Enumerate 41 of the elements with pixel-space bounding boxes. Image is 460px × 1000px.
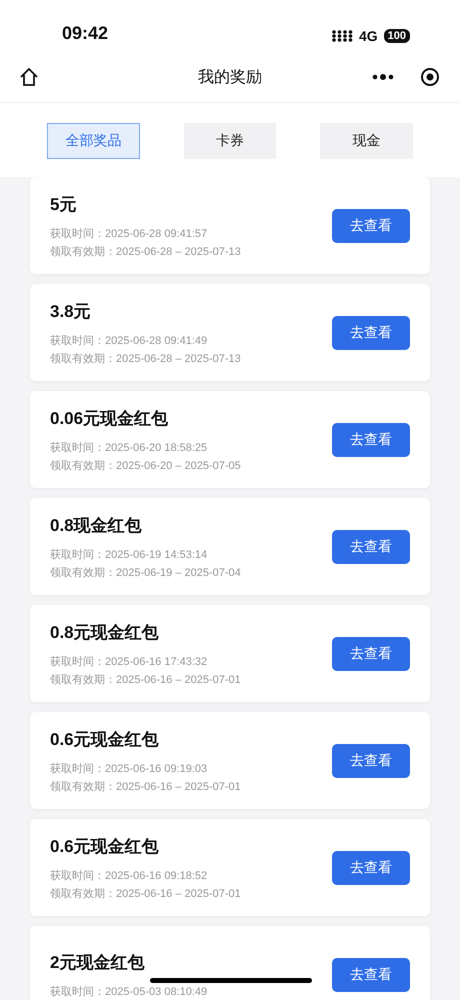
validity-period: 领取有效期：2025-06-16 – 2025-07-01 xyxy=(50,672,242,686)
validity-period: 领取有效期：2025-06-19 – 2025-07-04 xyxy=(50,566,242,580)
obtained-time: 获取时间：2025-06-16 09:18:52 xyxy=(50,868,208,882)
network-label: 4G xyxy=(358,28,378,44)
view-button[interactable]: 去查看 xyxy=(332,744,410,778)
reward-title: 0.6元现金红包 xyxy=(50,836,160,858)
battery-level: 100 xyxy=(384,29,410,43)
obtained-time: 获取时间：2025-06-28 09:41:57 xyxy=(50,226,208,240)
reward-title: 0.8元现金红包 xyxy=(50,622,160,644)
reward-title: 0.06元现金红包 xyxy=(50,408,170,430)
validity-period: 领取有效期：2025-06-20 – 2025-07-05 xyxy=(50,458,242,472)
view-button[interactable]: 去查看 xyxy=(332,316,410,350)
filter-tab[interactable]: 卡券 xyxy=(184,123,276,159)
view-button[interactable]: 去查看 xyxy=(332,422,410,456)
obtained-time: 获取时间：2025-06-28 09:41:49 xyxy=(50,334,208,348)
filter-tab[interactable]: 全部奖品 xyxy=(47,123,140,159)
view-button[interactable]: 去查看 xyxy=(332,958,410,992)
reward-title: 3.8元 xyxy=(50,300,92,322)
view-button[interactable]: 去查看 xyxy=(332,850,410,884)
reward-title: 0.6元现金红包 xyxy=(50,728,160,750)
page-title: 我的奖励 xyxy=(197,68,263,88)
filter-tab[interactable]: 现金 xyxy=(320,123,414,159)
obtained-time: 获取时间：2025-06-16 17:43:32 xyxy=(50,654,208,668)
reward-title: 0.8现金红包 xyxy=(50,514,143,536)
more-icon[interactable] xyxy=(372,74,394,80)
obtained-time: 获取时间：2025-06-20 18:58:25 xyxy=(50,440,208,454)
reward-title: 5元 xyxy=(50,194,78,216)
view-button[interactable]: 去查看 xyxy=(332,530,410,564)
view-button[interactable]: 去查看 xyxy=(332,636,410,670)
validity-period: 领取有效期：2025-06-28 – 2025-07-13 xyxy=(50,352,242,366)
validity-period: 领取有效期：2025-06-16 – 2025-07-01 xyxy=(50,780,242,794)
obtained-time: 获取时间：2025-06-19 14:53:14 xyxy=(50,548,208,562)
status-time: 09:42 xyxy=(62,23,108,44)
home-icon[interactable] xyxy=(18,66,40,88)
obtained-time: 获取时间：2025-06-16 09:19:03 xyxy=(50,762,208,776)
obtained-time: 获取时间：2025-05-03 08:10:49 xyxy=(50,984,208,998)
view-button[interactable]: 去查看 xyxy=(332,208,410,242)
signal-icon xyxy=(330,30,353,42)
validity-period: 领取有效期：2025-06-28 – 2025-07-13 xyxy=(50,244,242,258)
validity-period: 领取有效期：2025-06-16 – 2025-07-01 xyxy=(50,886,242,900)
reward-title: 2元现金红包 xyxy=(50,952,146,974)
